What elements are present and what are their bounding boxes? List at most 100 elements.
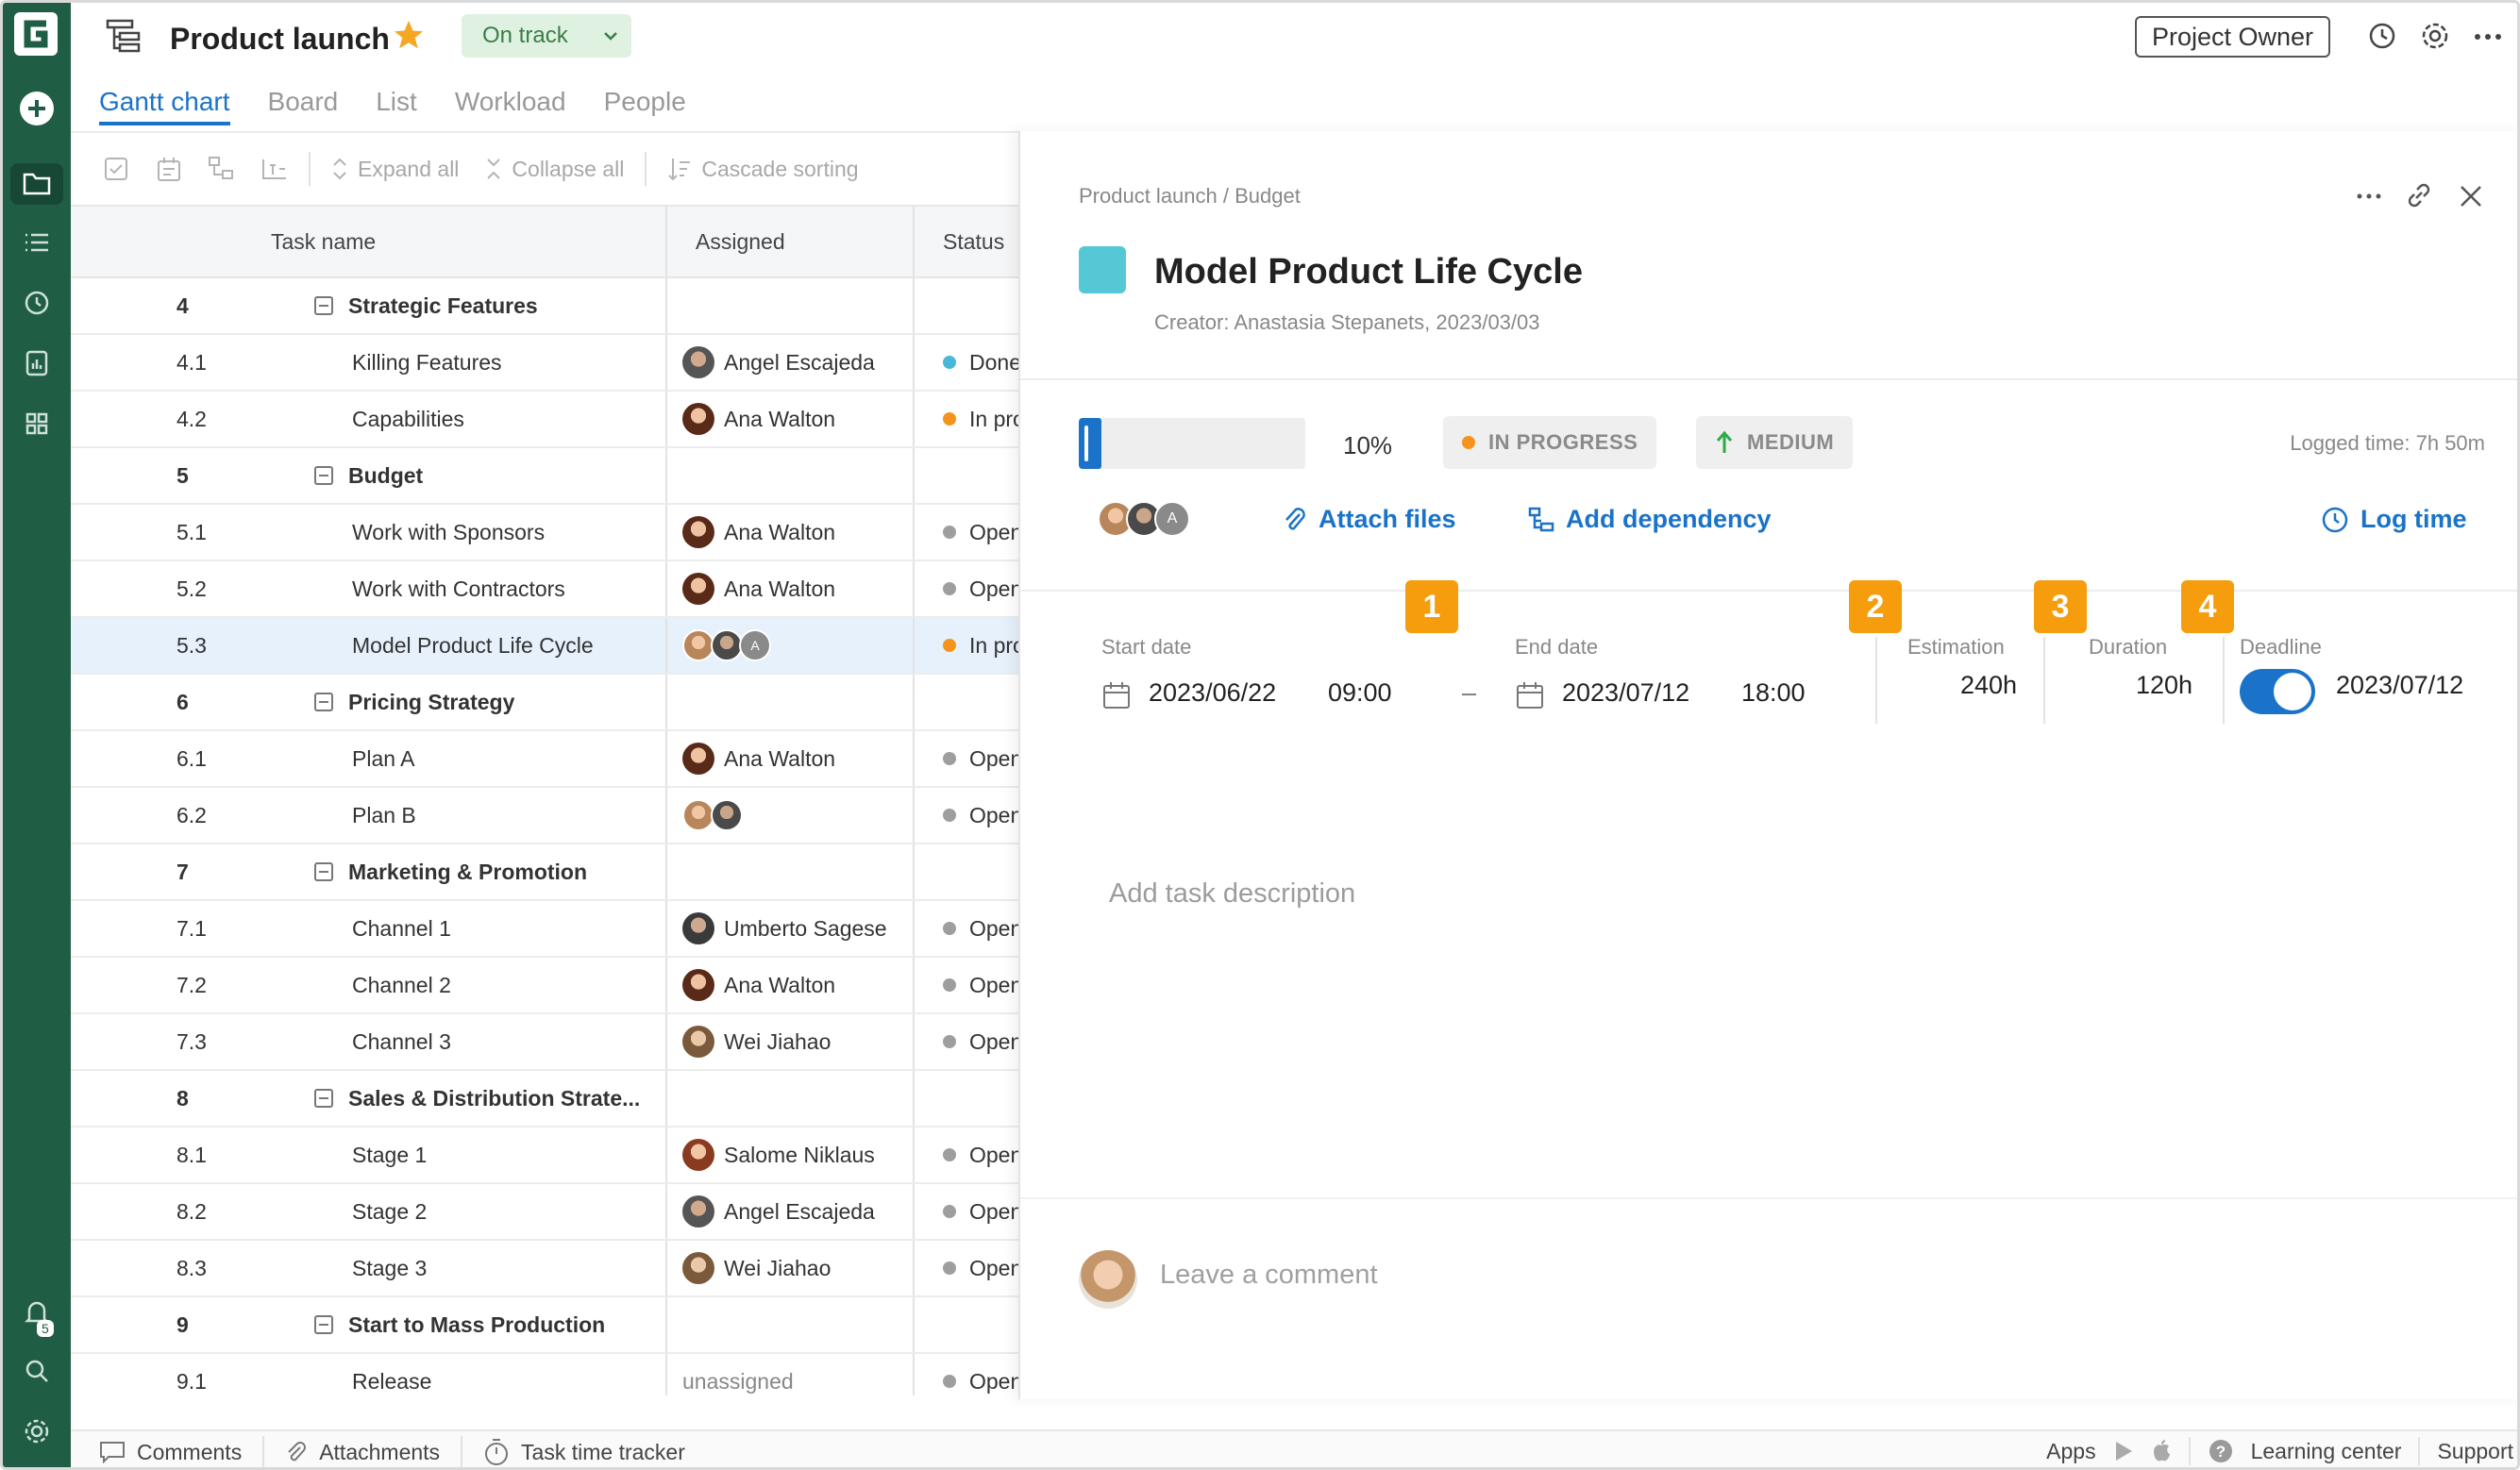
close-icon[interactable]: [2459, 184, 2483, 213]
project-settings-gear-icon[interactable]: [2419, 20, 2451, 57]
assigned-cell[interactable]: [667, 448, 915, 503]
project-status-dropdown[interactable]: On track: [462, 14, 631, 58]
task-name-cell[interactable]: 8.3 Stage 3: [71, 1241, 667, 1295]
group-row[interactable]: 5 Budget: [71, 448, 1018, 505]
task-row[interactable]: 7.1 Channel 1 Umberto Sagese Open: [71, 901, 1018, 958]
time-tracker-button[interactable]: Task time tracker: [462, 1436, 706, 1467]
task-name-cell[interactable]: 8.2 Stage 2: [71, 1184, 667, 1239]
status-cell[interactable]: Open: [915, 561, 1018, 616]
status-cell[interactable]: Open: [915, 731, 1018, 786]
tab-list[interactable]: List: [357, 78, 436, 125]
google-play-icon[interactable]: [2113, 1440, 2134, 1462]
select-checkbox-icon[interactable]: [90, 148, 143, 190]
group-row[interactable]: 8 Sales & Distribution Strate...: [71, 1071, 1018, 1128]
task-row[interactable]: 5.2 Work with Contractors Ana Walton Open: [71, 561, 1018, 618]
task-row[interactable]: 7.3 Channel 3 Wei Jiahao Open: [71, 1014, 1018, 1071]
reports-icon[interactable]: [16, 342, 58, 384]
assigned-cell[interactable]: Angel Escajeda: [667, 1184, 915, 1239]
assigned-cell[interactable]: unassigned: [667, 1354, 915, 1395]
status-cell[interactable]: Open: [915, 1241, 1018, 1295]
create-new-icon[interactable]: [16, 88, 58, 129]
task-name-cell[interactable]: 5.1 Work with Sponsors: [71, 505, 667, 560]
deadline-date-input[interactable]: 2023/07/12: [2336, 671, 2463, 700]
collapse-group-icon[interactable]: [314, 296, 333, 315]
group-row[interactable]: 9 Start to Mass Production: [71, 1297, 1018, 1354]
task-description-input[interactable]: Add task description: [1109, 878, 1355, 910]
history-clock-icon[interactable]: [16, 282, 58, 324]
task-name-cell[interactable]: 4.2 Capabilities: [71, 392, 667, 446]
task-title[interactable]: Model Product Life Cycle: [1154, 252, 1583, 292]
task-name-cell[interactable]: 6.2 Plan B: [71, 788, 667, 843]
task-name-cell[interactable]: 7.3 Channel 3: [71, 1014, 667, 1069]
assigned-cell[interactable]: Wei Jiahao: [667, 1241, 915, 1295]
task-name-cell[interactable]: 7.2 Channel 2: [71, 958, 667, 1012]
more-options-icon[interactable]: [2474, 29, 2502, 46]
task-name-cell[interactable]: 9.1 Release: [71, 1354, 667, 1395]
status-cell[interactable]: [915, 675, 1018, 729]
status-cell[interactable]: [915, 1071, 1018, 1126]
add-milestone-icon[interactable]: [248, 148, 301, 190]
status-cell[interactable]: In progress: [915, 618, 1018, 673]
assigned-cell[interactable]: Ana Walton: [667, 958, 915, 1012]
status-cell[interactable]: [915, 448, 1018, 503]
task-name-cell[interactable]: 8 Sales & Distribution Strate...: [71, 1071, 667, 1126]
log-time-button[interactable]: Log time: [2321, 505, 2467, 534]
task-name-cell[interactable]: 6 Pricing Strategy: [71, 675, 667, 729]
collapse-group-icon[interactable]: [314, 693, 333, 711]
apps-label[interactable]: Apps: [2046, 1439, 2095, 1464]
start-date-input[interactable]: 2023/06/22: [1149, 678, 1276, 708]
task-row[interactable]: 8.3 Stage 3 Wei Jiahao Open: [71, 1241, 1018, 1297]
assigned-cell[interactable]: Umberto Sagese: [667, 901, 915, 956]
assigned-cell[interactable]: Salome Niklaus: [667, 1128, 915, 1182]
task-name-cell[interactable]: 4.1 Killing Features: [71, 335, 667, 390]
task-name-cell[interactable]: 5.3 Model Product Life Cycle: [71, 618, 667, 673]
task-row[interactable]: 7.2 Channel 2 Ana Walton Open: [71, 958, 1018, 1014]
task-row[interactable]: 8.1 Stage 1 Salome Niklaus Open: [71, 1128, 1018, 1184]
status-cell[interactable]: Open: [915, 901, 1018, 956]
task-name-cell[interactable]: 4 Strategic Features: [71, 278, 667, 333]
assigned-cell[interactable]: Angel Escajeda: [667, 335, 915, 390]
task-row[interactable]: 9.1 Release unassigned Open: [71, 1354, 1018, 1395]
assigned-cell[interactable]: [667, 1297, 915, 1352]
task-name-cell[interactable]: 5 Budget: [71, 448, 667, 503]
assigned-cell[interactable]: [667, 788, 915, 843]
column-header-task-name[interactable]: Task name: [71, 207, 667, 276]
status-cell[interactable]: In progress: [915, 392, 1018, 446]
group-row[interactable]: 7 Marketing & Promotion: [71, 844, 1018, 901]
ganttpro-logo[interactable]: [12, 10, 59, 58]
task-row[interactable]: 6.1 Plan A Ana Walton Open: [71, 731, 1018, 788]
project-owner-button[interactable]: Project Owner: [2134, 16, 2330, 58]
tab-gantt-chart[interactable]: Gantt chart: [71, 78, 249, 125]
start-calendar-icon[interactable]: [1101, 680, 1132, 717]
end-time-input[interactable]: 18:00: [1741, 678, 1806, 708]
assigned-cell[interactable]: [667, 675, 915, 729]
estimation-input[interactable]: 240h: [1960, 671, 2017, 700]
cascade-sorting-button[interactable]: Cascade sorting: [654, 157, 871, 182]
status-cell[interactable]: [915, 844, 1018, 899]
task-row[interactable]: 6.2 Plan B Open: [71, 788, 1018, 844]
collapse-all-button[interactable]: Collapse all: [472, 157, 637, 182]
status-cell[interactable]: Open: [915, 1354, 1018, 1395]
progress-handle[interactable]: [1084, 426, 1088, 461]
task-name-cell[interactable]: 5.2 Work with Contractors: [71, 561, 667, 616]
list-icon[interactable]: [16, 222, 58, 263]
history-icon[interactable]: [2366, 20, 2398, 57]
end-calendar-icon[interactable]: [1515, 680, 1545, 717]
apple-icon[interactable]: [2151, 1439, 2172, 1463]
search-icon[interactable]: [16, 1350, 58, 1392]
attach-files-button[interactable]: Attach files: [1283, 505, 1456, 534]
panel-more-options-icon[interactable]: [2357, 188, 2381, 205]
assigned-cell[interactable]: Ana Walton: [667, 731, 915, 786]
status-cell[interactable]: [915, 278, 1018, 333]
assigned-cell[interactable]: Ana Walton: [667, 561, 915, 616]
task-row[interactable]: 5.1 Work with Sponsors Ana Walton Open: [71, 505, 1018, 561]
task-name-cell[interactable]: 8.1 Stage 1: [71, 1128, 667, 1182]
assigned-cell[interactable]: Wei Jiahao: [667, 1014, 915, 1069]
add-task-icon[interactable]: [143, 148, 195, 190]
comments-button[interactable]: Comments: [71, 1436, 265, 1467]
assignee-avatars[interactable]: A: [1098, 501, 1190, 537]
assigned-cell[interactable]: Ana Walton: [667, 392, 915, 446]
task-row[interactable]: 4.2Capabilities Ana Walton In progress: [71, 392, 1018, 448]
breadcrumb[interactable]: Product launch / Budget: [1079, 184, 1301, 209]
copy-link-icon[interactable]: [2404, 180, 2434, 215]
